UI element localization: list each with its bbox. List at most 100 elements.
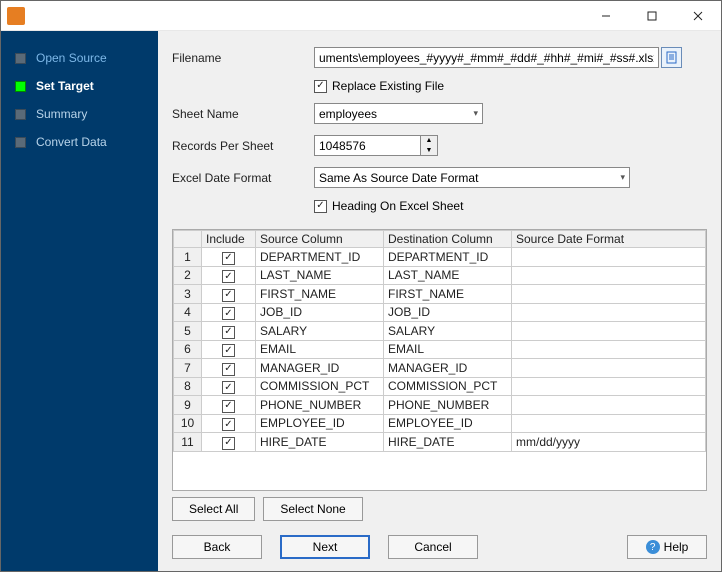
sheet-name-label: Sheet Name (172, 107, 314, 121)
table-row[interactable]: 10✓EMPLOYEE_IDEMPLOYEE_ID (174, 414, 706, 433)
row-number: 3 (174, 285, 202, 304)
browse-button[interactable] (661, 47, 682, 68)
include-checkbox[interactable]: ✓ (222, 326, 235, 339)
include-checkbox[interactable]: ✓ (222, 289, 235, 302)
sidebar-item-summary[interactable]: Summary (15, 103, 158, 125)
help-button[interactable]: ?Help (627, 535, 707, 559)
table-row[interactable]: 3 ✓ FIRST_NAMEFIRST_NAME (174, 285, 706, 304)
include-checkbox[interactable]: ✓ (222, 400, 235, 413)
minimize-button[interactable] (583, 1, 629, 31)
source-column-cell[interactable]: SALARY (256, 322, 384, 341)
filename-input[interactable] (314, 47, 659, 68)
include-checkbox[interactable]: ✓ (222, 381, 235, 394)
sidebar-item-open-source[interactable]: Open Source (15, 47, 158, 69)
source-column-cell[interactable]: FIRST_NAME (256, 285, 384, 304)
include-cell[interactable]: ✓ (202, 266, 256, 285)
source-date-format-cell[interactable] (512, 266, 706, 285)
source-column-cell[interactable]: COMMISSION_PCT (256, 377, 384, 396)
destination-column-cell[interactable]: SALARY (384, 322, 512, 341)
source-date-format-cell[interactable] (512, 396, 706, 415)
table-row[interactable]: 6✓EMAILEMAIL (174, 340, 706, 359)
source-date-format-cell[interactable] (512, 322, 706, 341)
date-format-select[interactable]: Same As Source Date Format ▾ (314, 167, 630, 188)
source-column-cell[interactable]: HIRE_DATE (256, 433, 384, 452)
source-date-format-cell[interactable] (512, 285, 706, 304)
destination-column-cell[interactable]: PHONE_NUMBER (384, 396, 512, 415)
spin-down-icon[interactable]: ▼ (421, 146, 437, 156)
column-header[interactable]: Include (202, 231, 256, 248)
source-date-format-cell[interactable] (512, 340, 706, 359)
column-header[interactable] (174, 231, 202, 248)
table-row[interactable]: 5 ✓ SALARYSALARY (174, 322, 706, 341)
source-column-cell[interactable]: PHONE_NUMBER (256, 396, 384, 415)
source-column-cell[interactable]: EMAIL (256, 340, 384, 359)
table-row[interactable]: 11✓HIRE_DATEHIRE_DATEmm/dd/yyyy (174, 433, 706, 452)
sheet-name-combo[interactable]: employees ▾ (314, 103, 483, 124)
source-date-format-cell[interactable] (512, 414, 706, 433)
include-cell[interactable]: ✓ (202, 414, 256, 433)
table-row[interactable]: 2✓LAST_NAMELAST_NAME (174, 266, 706, 285)
select-none-button[interactable]: Select None (263, 497, 362, 521)
row-number: 5 (174, 322, 202, 341)
include-cell[interactable]: ✓ (202, 359, 256, 378)
destination-column-cell[interactable]: DEPARTMENT_ID (384, 248, 512, 267)
include-cell[interactable]: ✓ (202, 396, 256, 415)
include-cell[interactable]: ✓ (202, 433, 256, 452)
source-date-format-cell[interactable] (512, 303, 706, 322)
sidebar-item-set-target[interactable]: Set Target (15, 75, 158, 97)
source-column-cell[interactable]: MANAGER_ID (256, 359, 384, 378)
columns-grid: IncludeSource ColumnDestination ColumnSo… (172, 229, 707, 491)
select-all-button[interactable]: Select All (172, 497, 255, 521)
source-date-format-cell[interactable]: mm/dd/yyyy (512, 433, 706, 452)
include-checkbox[interactable]: ✓ (222, 307, 235, 320)
include-cell[interactable]: ✓ (202, 340, 256, 359)
column-header[interactable]: Source Column (256, 231, 384, 248)
chevron-down-icon: ▾ (473, 108, 478, 119)
table-row[interactable]: 7✓MANAGER_IDMANAGER_ID (174, 359, 706, 378)
destination-column-cell[interactable]: COMMISSION_PCT (384, 377, 512, 396)
close-button[interactable] (675, 1, 721, 31)
column-header[interactable]: Source Date Format (512, 231, 706, 248)
sidebar-item-convert-data[interactable]: Convert Data (15, 131, 158, 153)
destination-column-cell[interactable]: FIRST_NAME (384, 285, 512, 304)
destination-column-cell[interactable]: EMAIL (384, 340, 512, 359)
cancel-button[interactable]: Cancel (388, 535, 478, 559)
include-cell[interactable]: ✓ (202, 248, 256, 267)
include-cell[interactable]: ✓ (202, 285, 256, 304)
records-per-sheet-input[interactable] (314, 135, 421, 156)
include-checkbox[interactable]: ✓ (222, 418, 235, 431)
include-checkbox[interactable]: ✓ (222, 252, 235, 265)
source-date-format-cell[interactable] (512, 248, 706, 267)
destination-column-cell[interactable]: LAST_NAME (384, 266, 512, 285)
include-checkbox[interactable]: ✓ (222, 270, 235, 283)
destination-column-cell[interactable]: HIRE_DATE (384, 433, 512, 452)
spin-up-icon[interactable]: ▲ (421, 136, 437, 146)
source-date-format-cell[interactable] (512, 359, 706, 378)
include-checkbox[interactable]: ✓ (222, 437, 235, 450)
heading-checkbox[interactable]: ✓ (314, 200, 327, 213)
columns-table[interactable]: IncludeSource ColumnDestination ColumnSo… (173, 230, 706, 452)
maximize-button[interactable] (629, 1, 675, 31)
include-checkbox[interactable]: ✓ (222, 344, 235, 357)
include-cell[interactable]: ✓ (202, 322, 256, 341)
source-column-cell[interactable]: EMPLOYEE_ID (256, 414, 384, 433)
source-column-cell[interactable]: LAST_NAME (256, 266, 384, 285)
include-checkbox[interactable]: ✓ (222, 363, 235, 376)
destination-column-cell[interactable]: EMPLOYEE_ID (384, 414, 512, 433)
column-header[interactable]: Destination Column (384, 231, 512, 248)
source-column-cell[interactable]: JOB_ID (256, 303, 384, 322)
table-row[interactable]: 1✓DEPARTMENT_IDDEPARTMENT_ID (174, 248, 706, 267)
table-row[interactable]: 8✓COMMISSION_PCTCOMMISSION_PCT (174, 377, 706, 396)
source-column-cell[interactable]: DEPARTMENT_ID (256, 248, 384, 267)
include-cell[interactable]: ✓ (202, 303, 256, 322)
records-spinner[interactable]: ▲▼ (421, 135, 438, 156)
back-button[interactable]: Back (172, 535, 262, 559)
source-date-format-cell[interactable] (512, 377, 706, 396)
replace-existing-checkbox[interactable]: ✓ (314, 80, 327, 93)
table-row[interactable]: 4✓JOB_IDJOB_ID (174, 303, 706, 322)
destination-column-cell[interactable]: MANAGER_ID (384, 359, 512, 378)
destination-column-cell[interactable]: JOB_ID (384, 303, 512, 322)
next-button[interactable]: Next (280, 535, 370, 559)
include-cell[interactable]: ✓ (202, 377, 256, 396)
table-row[interactable]: 9✓PHONE_NUMBERPHONE_NUMBER (174, 396, 706, 415)
